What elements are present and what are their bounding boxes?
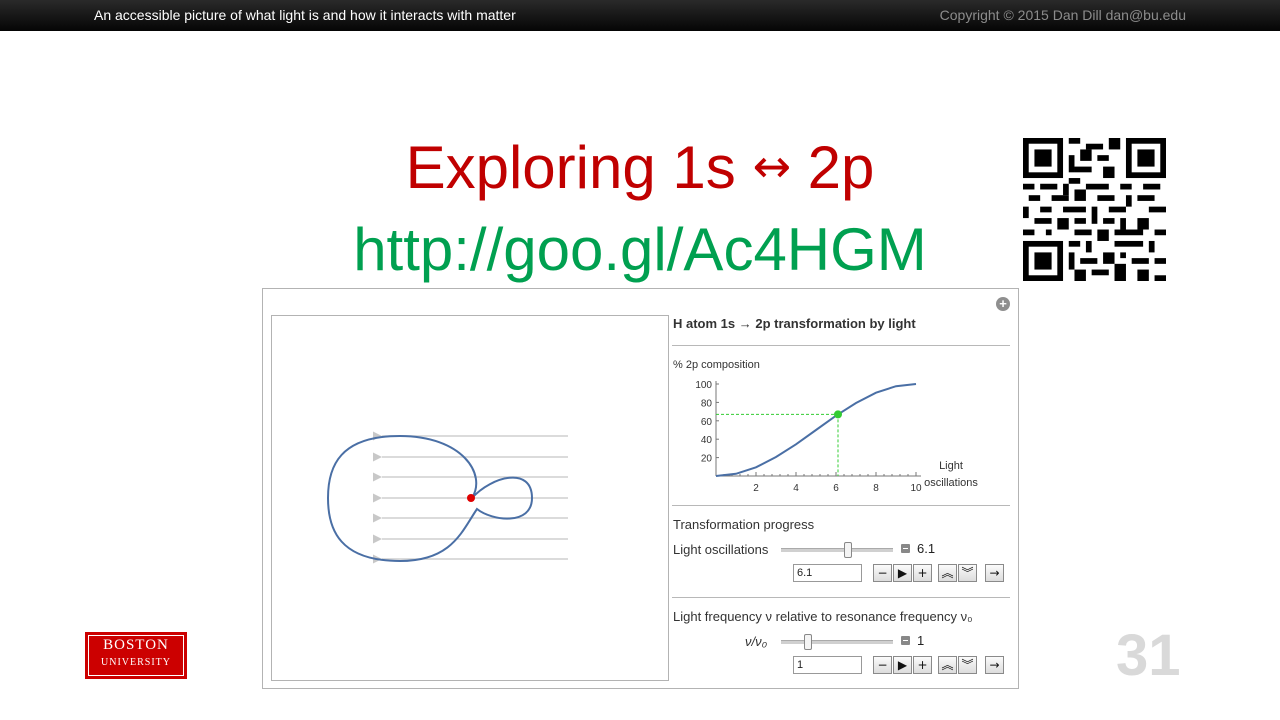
current-point bbox=[834, 410, 842, 419]
title-prefix: Exploring 1s bbox=[405, 134, 736, 201]
qr-code bbox=[1023, 138, 1166, 281]
y-tick-label: 100 bbox=[695, 380, 712, 391]
play-button[interactable]: ▶ bbox=[893, 656, 912, 674]
orbital-svg bbox=[326, 431, 568, 564]
oscillations-slider-thumb[interactable] bbox=[844, 542, 853, 558]
boston-university-logo: BOSTON UNIVERSITY bbox=[85, 632, 187, 679]
collapse-icon[interactable] bbox=[901, 636, 910, 645]
oscillations-input[interactable]: 6.1 bbox=[793, 564, 862, 582]
faster-button[interactable]: ︽ bbox=[938, 656, 957, 674]
divider bbox=[672, 597, 1010, 598]
oscillations-label: Light oscillations bbox=[673, 542, 769, 557]
collapse-icon[interactable] bbox=[901, 544, 910, 553]
divider bbox=[672, 345, 1010, 346]
page-number: 31 bbox=[1116, 623, 1181, 688]
step-forward-button[interactable]: + bbox=[913, 656, 932, 674]
frequency-ratio-label: ν/ν₀ bbox=[745, 634, 768, 649]
composition-graph: 20 40 60 80 100 2 4 6 8 10 Light oscillations bbox=[695, 380, 978, 493]
logo-line-1: BOSTON bbox=[103, 637, 169, 653]
header-bar: An accessible picture of what light is a… bbox=[0, 0, 1280, 31]
frequency-slider-thumb[interactable] bbox=[803, 634, 812, 650]
nucleus-dot bbox=[467, 494, 475, 502]
x-tick-label: 8 bbox=[873, 483, 879, 493]
y-tick-label: 40 bbox=[701, 435, 713, 446]
y-tick-label: 20 bbox=[701, 454, 713, 465]
direction-button[interactable]: → bbox=[985, 656, 1004, 674]
y-tick-label: 60 bbox=[701, 417, 713, 428]
frequency-input[interactable]: 1 bbox=[793, 656, 862, 674]
logo-line-2: UNIVERSITY bbox=[101, 657, 171, 668]
header-subtitle: An accessible picture of what light is a… bbox=[94, 7, 516, 23]
faster-button[interactable]: ︽ bbox=[938, 564, 957, 582]
divider bbox=[672, 505, 1010, 506]
direction-button[interactable]: → bbox=[985, 564, 1004, 582]
light-wave-arrows bbox=[373, 431, 568, 564]
slower-button[interactable]: ︾ bbox=[958, 564, 977, 582]
composition-curve bbox=[715, 383, 917, 477]
step-back-button[interactable]: − bbox=[873, 564, 892, 582]
graph-ylabel: % 2p composition bbox=[673, 359, 760, 371]
header-copyright: Copyright © 2015 Dan Dill dan@bu.edu bbox=[939, 7, 1186, 23]
double-arrow-icon: ↔ bbox=[752, 139, 791, 193]
play-button[interactable]: ▶ bbox=[893, 564, 912, 582]
progress-section-label: Transformation progress bbox=[673, 517, 815, 532]
oscillations-value: 6.1 bbox=[917, 541, 936, 556]
manipulate-panel: + H atom 1s → 2p transformation by light… bbox=[262, 288, 1019, 689]
step-forward-button[interactable]: + bbox=[913, 564, 932, 582]
x-tick-label: 10 bbox=[910, 483, 922, 493]
x-tick-label: 4 bbox=[793, 483, 799, 493]
panel-title: H atom 1s → 2p transformation by light bbox=[673, 316, 916, 331]
frequency-section-label: Light frequency ν relative to resonance … bbox=[673, 609, 973, 624]
slower-button[interactable]: ︾ bbox=[958, 656, 977, 674]
graph-xlabel-1: Light bbox=[939, 460, 963, 472]
frequency-value: 1 bbox=[917, 633, 925, 648]
x-tick-label: 6 bbox=[833, 483, 839, 493]
orbital-plot bbox=[271, 315, 669, 681]
y-tick-label: 80 bbox=[701, 398, 713, 409]
add-icon[interactable]: + bbox=[996, 297, 1010, 311]
frequency-slider[interactable] bbox=[781, 634, 893, 650]
step-back-button[interactable]: − bbox=[873, 656, 892, 674]
oscillations-slider[interactable] bbox=[781, 542, 893, 558]
x-tick-label: 2 bbox=[753, 483, 759, 493]
graph-xlabel-2: oscillations bbox=[924, 477, 978, 489]
title-suffix: 2p bbox=[807, 134, 875, 201]
